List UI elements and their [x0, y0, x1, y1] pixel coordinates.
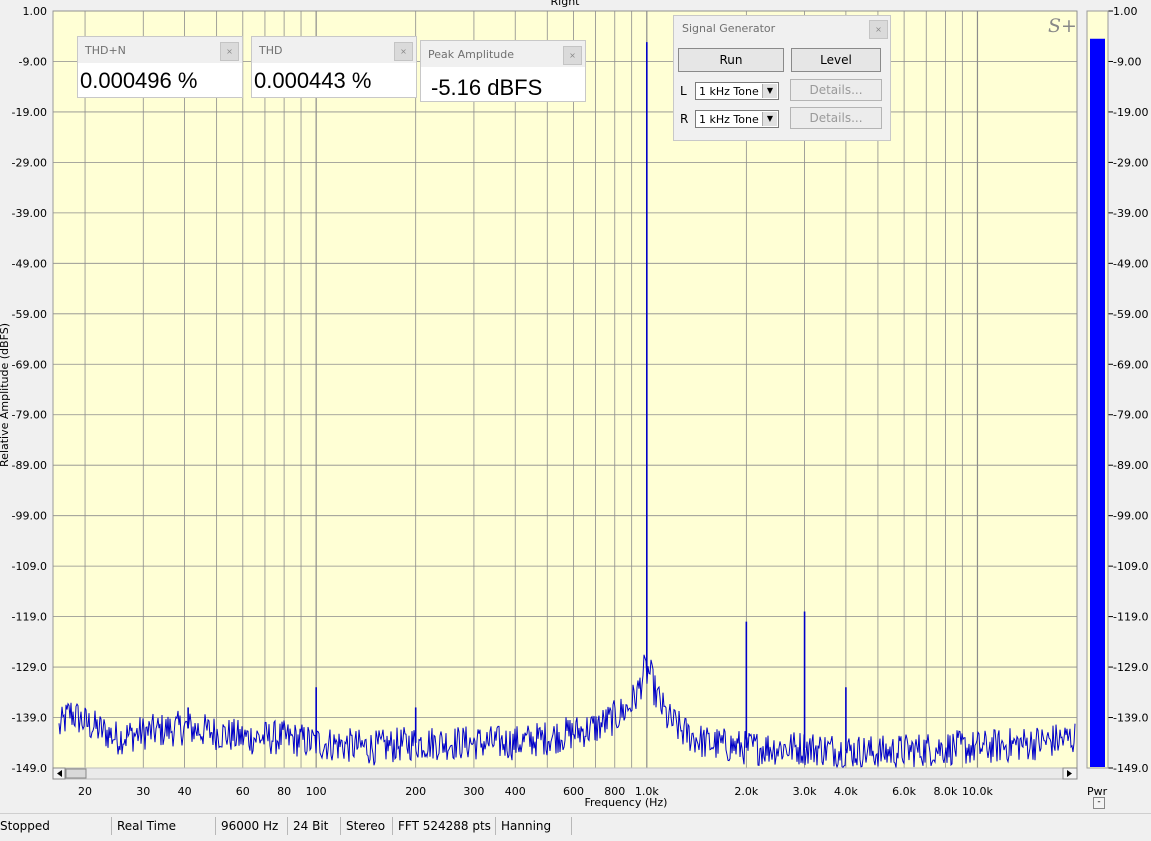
status-empty: [571, 817, 1151, 835]
y-tick-label: -119.0: [12, 611, 47, 624]
x-tick-label: 3.0k: [793, 785, 817, 798]
thd-value: 0.000443 %: [254, 68, 372, 93]
x-tick-label: 40: [178, 785, 192, 798]
status-state: Stopped: [0, 819, 50, 833]
pwr-tick-label: -9.00: [1113, 55, 1141, 68]
status-channels: Stereo: [340, 817, 392, 835]
left-details-button[interactable]: Details...: [790, 79, 882, 101]
pwr-tick-label: -69.00: [1113, 358, 1148, 371]
y-tick-label: -139.0: [12, 712, 47, 725]
pwr-tick-label: -59.00: [1113, 308, 1148, 321]
y-tick-label: -109.0: [12, 560, 47, 573]
status-window: Hanning: [495, 817, 571, 835]
right-details-button[interactable]: Details...: [790, 107, 882, 129]
level-button[interactable]: Level: [791, 48, 881, 72]
chevron-down-icon: ▼: [762, 84, 777, 98]
pwr-tick-label: -39.00: [1113, 207, 1148, 220]
status-fft-size: FFT 524288 pts: [392, 817, 494, 835]
right-tone-select[interactable]: 1 kHz Tone ▼: [695, 110, 779, 128]
left-tone-value: 1 kHz Tone: [699, 85, 759, 98]
close-icon[interactable]: ×: [220, 42, 239, 61]
status-sample-rate: 96000 Hz: [215, 817, 287, 835]
y-tick-label: -9.00: [19, 55, 47, 68]
x-axis-label: Frequency (Hz): [585, 796, 668, 809]
y-tick-label: -69.00: [12, 358, 47, 371]
y-tick-label: -129.0: [12, 661, 47, 674]
y-tick-label: -59.00: [12, 308, 47, 321]
right-tone-value: 1 kHz Tone: [699, 113, 759, 126]
pwr-tick-label: -49.00: [1113, 257, 1148, 270]
signal-generator-panel: Signal Generator × Run Level L 1 kHz Ton…: [673, 15, 891, 141]
scroll-thumb[interactable]: [65, 768, 87, 779]
peak-amplitude-title: Peak Amplitude: [428, 48, 514, 61]
y-axis-label: Relative Amplitude (dBFS): [0, 323, 11, 467]
x-tick-label: 6.0k: [892, 785, 916, 798]
x-tick-label: 8.0k: [933, 785, 957, 798]
close-icon[interactable]: ×: [563, 46, 582, 65]
pwr-tick-label: -19.00: [1113, 106, 1148, 119]
left-tone-select[interactable]: 1 kHz Tone ▼: [695, 82, 779, 100]
x-tick-label: 4.0k: [834, 785, 858, 798]
y-tick-label: -149.0: [12, 762, 47, 775]
y-tick-label: -99.00: [12, 510, 47, 523]
x-tick-label: 80: [277, 785, 291, 798]
pwr-tick-label: -79.00: [1113, 409, 1148, 422]
pwr-tick-label: -119.0: [1113, 611, 1148, 624]
pwr-meter-bar: [1090, 38, 1105, 768]
spectrum-chart: Right 1.00 -9.00 -19.00 -29.00 -39.00 -49.00 -…: [0, 0, 1151, 813]
x-tick-label: 400: [505, 785, 526, 798]
y-tick-label: -49.00: [12, 257, 47, 270]
pwr-tick-label: -99.00: [1113, 510, 1148, 523]
pwr-tick-label: -149.0: [1113, 762, 1148, 775]
status-bar: Stopped Real Time 96000 Hz 24 Bit Stereo…: [0, 813, 1151, 841]
signal-generator-title: Signal Generator: [682, 22, 776, 35]
y-tick-label: -89.00: [12, 459, 47, 472]
chevron-down-icon: ▼: [762, 112, 777, 126]
x-tick-label: 10.0k: [962, 785, 993, 798]
logo: S+: [1048, 15, 1077, 37]
close-icon[interactable]: ×: [869, 20, 888, 39]
status-bit-depth: 24 Bit: [287, 817, 340, 835]
status-mode: Real Time: [111, 817, 214, 835]
pwr-tick-label: 1.00: [1113, 5, 1138, 18]
thd-n-value: 0.000496 %: [80, 68, 198, 93]
x-tick-label: 100: [306, 785, 327, 798]
pwr-tick-label: -129.0: [1113, 661, 1148, 674]
right-channel-label: R: [680, 112, 689, 126]
x-tick-label: 60: [236, 785, 250, 798]
x-tick-label: 200: [405, 785, 426, 798]
peak-amplitude-panel: Peak Amplitude × -5.16 dBFS: [420, 40, 586, 102]
plot-area: [52, 10, 1078, 769]
thd-n-panel: THD+N × 0.000496 %: [77, 36, 243, 98]
close-icon[interactable]: ×: [394, 42, 413, 61]
thd-title: THD: [259, 44, 283, 57]
x-tick-label: 600: [563, 785, 584, 798]
y-tick-label: -29.00: [12, 156, 47, 169]
y-tick-label: -19.00: [12, 106, 47, 119]
y-tick-label: 1.00: [23, 5, 48, 18]
pwr-tick-label: -29.00: [1113, 156, 1148, 169]
peak-amplitude-value: -5.16 dBFS: [431, 75, 543, 100]
pwr-tick-label: -109.0: [1113, 560, 1148, 573]
x-tick-label: 300: [463, 785, 484, 798]
thd-n-title: THD+N: [85, 44, 126, 57]
chart-title: Right: [551, 0, 581, 8]
y-tick-label: -79.00: [12, 409, 47, 422]
h-scrollbar[interactable]: [52, 767, 1078, 780]
pwr-tick-label: -89.00: [1113, 459, 1148, 472]
x-tick-label: 20: [78, 785, 92, 798]
pwr-tick-label: -139.0: [1113, 712, 1148, 725]
pwr-minus-button[interactable]: -: [1093, 797, 1105, 809]
x-tick-label: 30: [136, 785, 150, 798]
x-tick-label: 2.0k: [734, 785, 758, 798]
y-tick-label: -39.00: [12, 207, 47, 220]
left-channel-label: L: [680, 84, 687, 98]
run-button[interactable]: Run: [678, 48, 784, 72]
thd-panel: THD × 0.000443 %: [251, 36, 417, 98]
